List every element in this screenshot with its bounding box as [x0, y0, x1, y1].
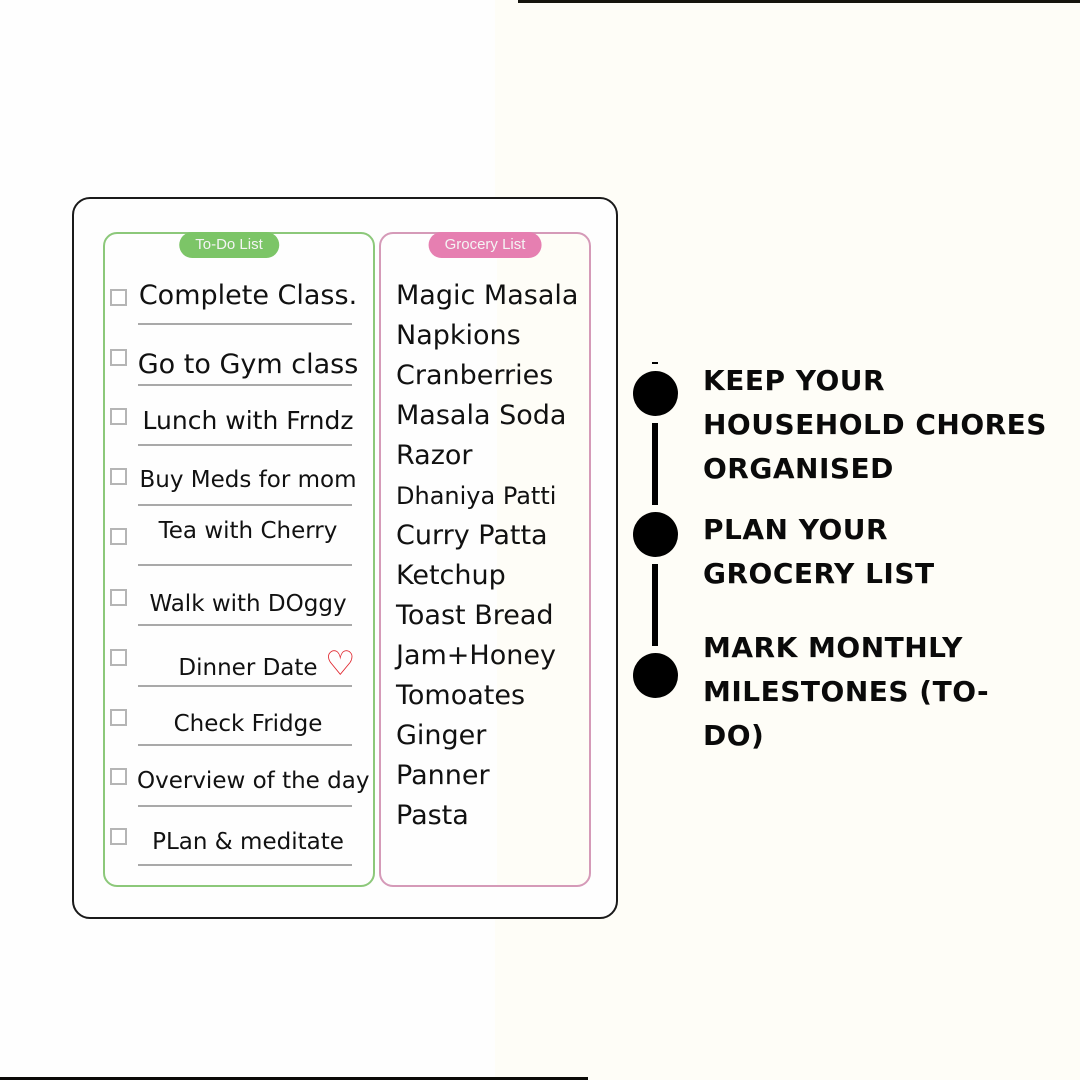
planner-board: To-Do List Complete Class. Go to Gym clas… — [72, 197, 618, 919]
grocery-item: Magic Masala — [396, 280, 579, 311]
heart-icon: ♡ — [325, 644, 356, 684]
todo-item-label: Walk with DOggy — [149, 591, 347, 617]
todo-checkbox[interactable] — [110, 828, 127, 845]
todo-checkbox[interactable] — [110, 709, 127, 726]
grocery-list: Magic Masala Napkions Cranberries Masala So… — [396, 276, 578, 836]
todo-underline — [138, 744, 352, 746]
todo-checkbox[interactable] — [110, 349, 127, 366]
grocery-item: Ketchup — [396, 560, 506, 591]
timeline-step-3: MARK MONTHLY MILESTONES (TO-DO) — [703, 631, 990, 752]
timeline-dot-2 — [633, 512, 678, 557]
todo-title: To-Do List — [179, 232, 279, 258]
todo-underline — [138, 864, 352, 866]
todo-checkbox[interactable] — [110, 768, 127, 785]
todo-panel: To-Do List Complete Class. Go to Gym clas… — [103, 232, 375, 887]
todo-underline — [138, 564, 352, 566]
timeline-connector-1 — [652, 423, 658, 505]
todo-item-label: Buy Meds for mom — [139, 467, 357, 493]
todo-checkbox[interactable] — [110, 528, 127, 545]
grocery-item: Tomoates — [396, 680, 526, 711]
todo-item-label: Overview of the day — [137, 768, 370, 794]
timeline-step-2: PLAN YOUR GROCERY LIST — [703, 513, 935, 590]
todo-item-label: Tea with Cherry — [158, 518, 338, 544]
todo-item-label: Go to Gym class — [137, 349, 359, 380]
timeline-step-1: KEEP YOUR HOUSEHOLD CHORES ORGANISED — [703, 364, 1047, 485]
todo-underline — [138, 504, 352, 506]
todo-item-label: Complete Class. — [138, 280, 358, 311]
grocery-item: Pasta — [396, 800, 469, 831]
timeline-dot-3 — [633, 653, 678, 698]
grocery-item: Razor — [396, 440, 473, 471]
todo-item-label: PLan & meditate — [152, 829, 344, 855]
top-divider — [518, 0, 1080, 3]
todo-underline — [138, 805, 352, 807]
timeline-tick — [652, 362, 658, 364]
todo-underline — [138, 685, 352, 687]
grocery-item: Cranberries — [396, 360, 554, 391]
grocery-item: Masala Soda — [396, 400, 567, 431]
grocery-item: Dhaniya Patti — [396, 482, 557, 510]
grocery-item: Ginger — [396, 720, 487, 751]
grocery-panel: Grocery List Magic Masala Napkions Cranber… — [379, 232, 591, 887]
todo-checkbox[interactable] — [110, 408, 127, 425]
todo-underline — [138, 444, 352, 446]
grocery-item: Napkions — [396, 320, 521, 351]
timeline-connector-2 — [652, 564, 658, 646]
grocery-item: Curry Patta — [396, 520, 548, 551]
todo-item-label: Lunch with Frndz — [142, 406, 354, 435]
todo-underline — [138, 323, 352, 325]
grocery-item: Panner — [396, 760, 490, 791]
grocery-item: Jam+Honey — [396, 640, 556, 671]
timeline-dot-1 — [633, 371, 678, 416]
todo-item-label: Check Fridge — [173, 711, 323, 737]
todo-checkbox[interactable] — [110, 649, 127, 666]
todo-underline — [138, 384, 352, 386]
todo-checkbox[interactable] — [110, 468, 127, 485]
todo-checkbox[interactable] — [110, 589, 127, 606]
todo-underline — [138, 624, 352, 626]
grocery-title: Grocery List — [428, 232, 542, 258]
todo-checkbox[interactable] — [110, 289, 127, 306]
grocery-item: Toast Bread — [396, 600, 554, 631]
